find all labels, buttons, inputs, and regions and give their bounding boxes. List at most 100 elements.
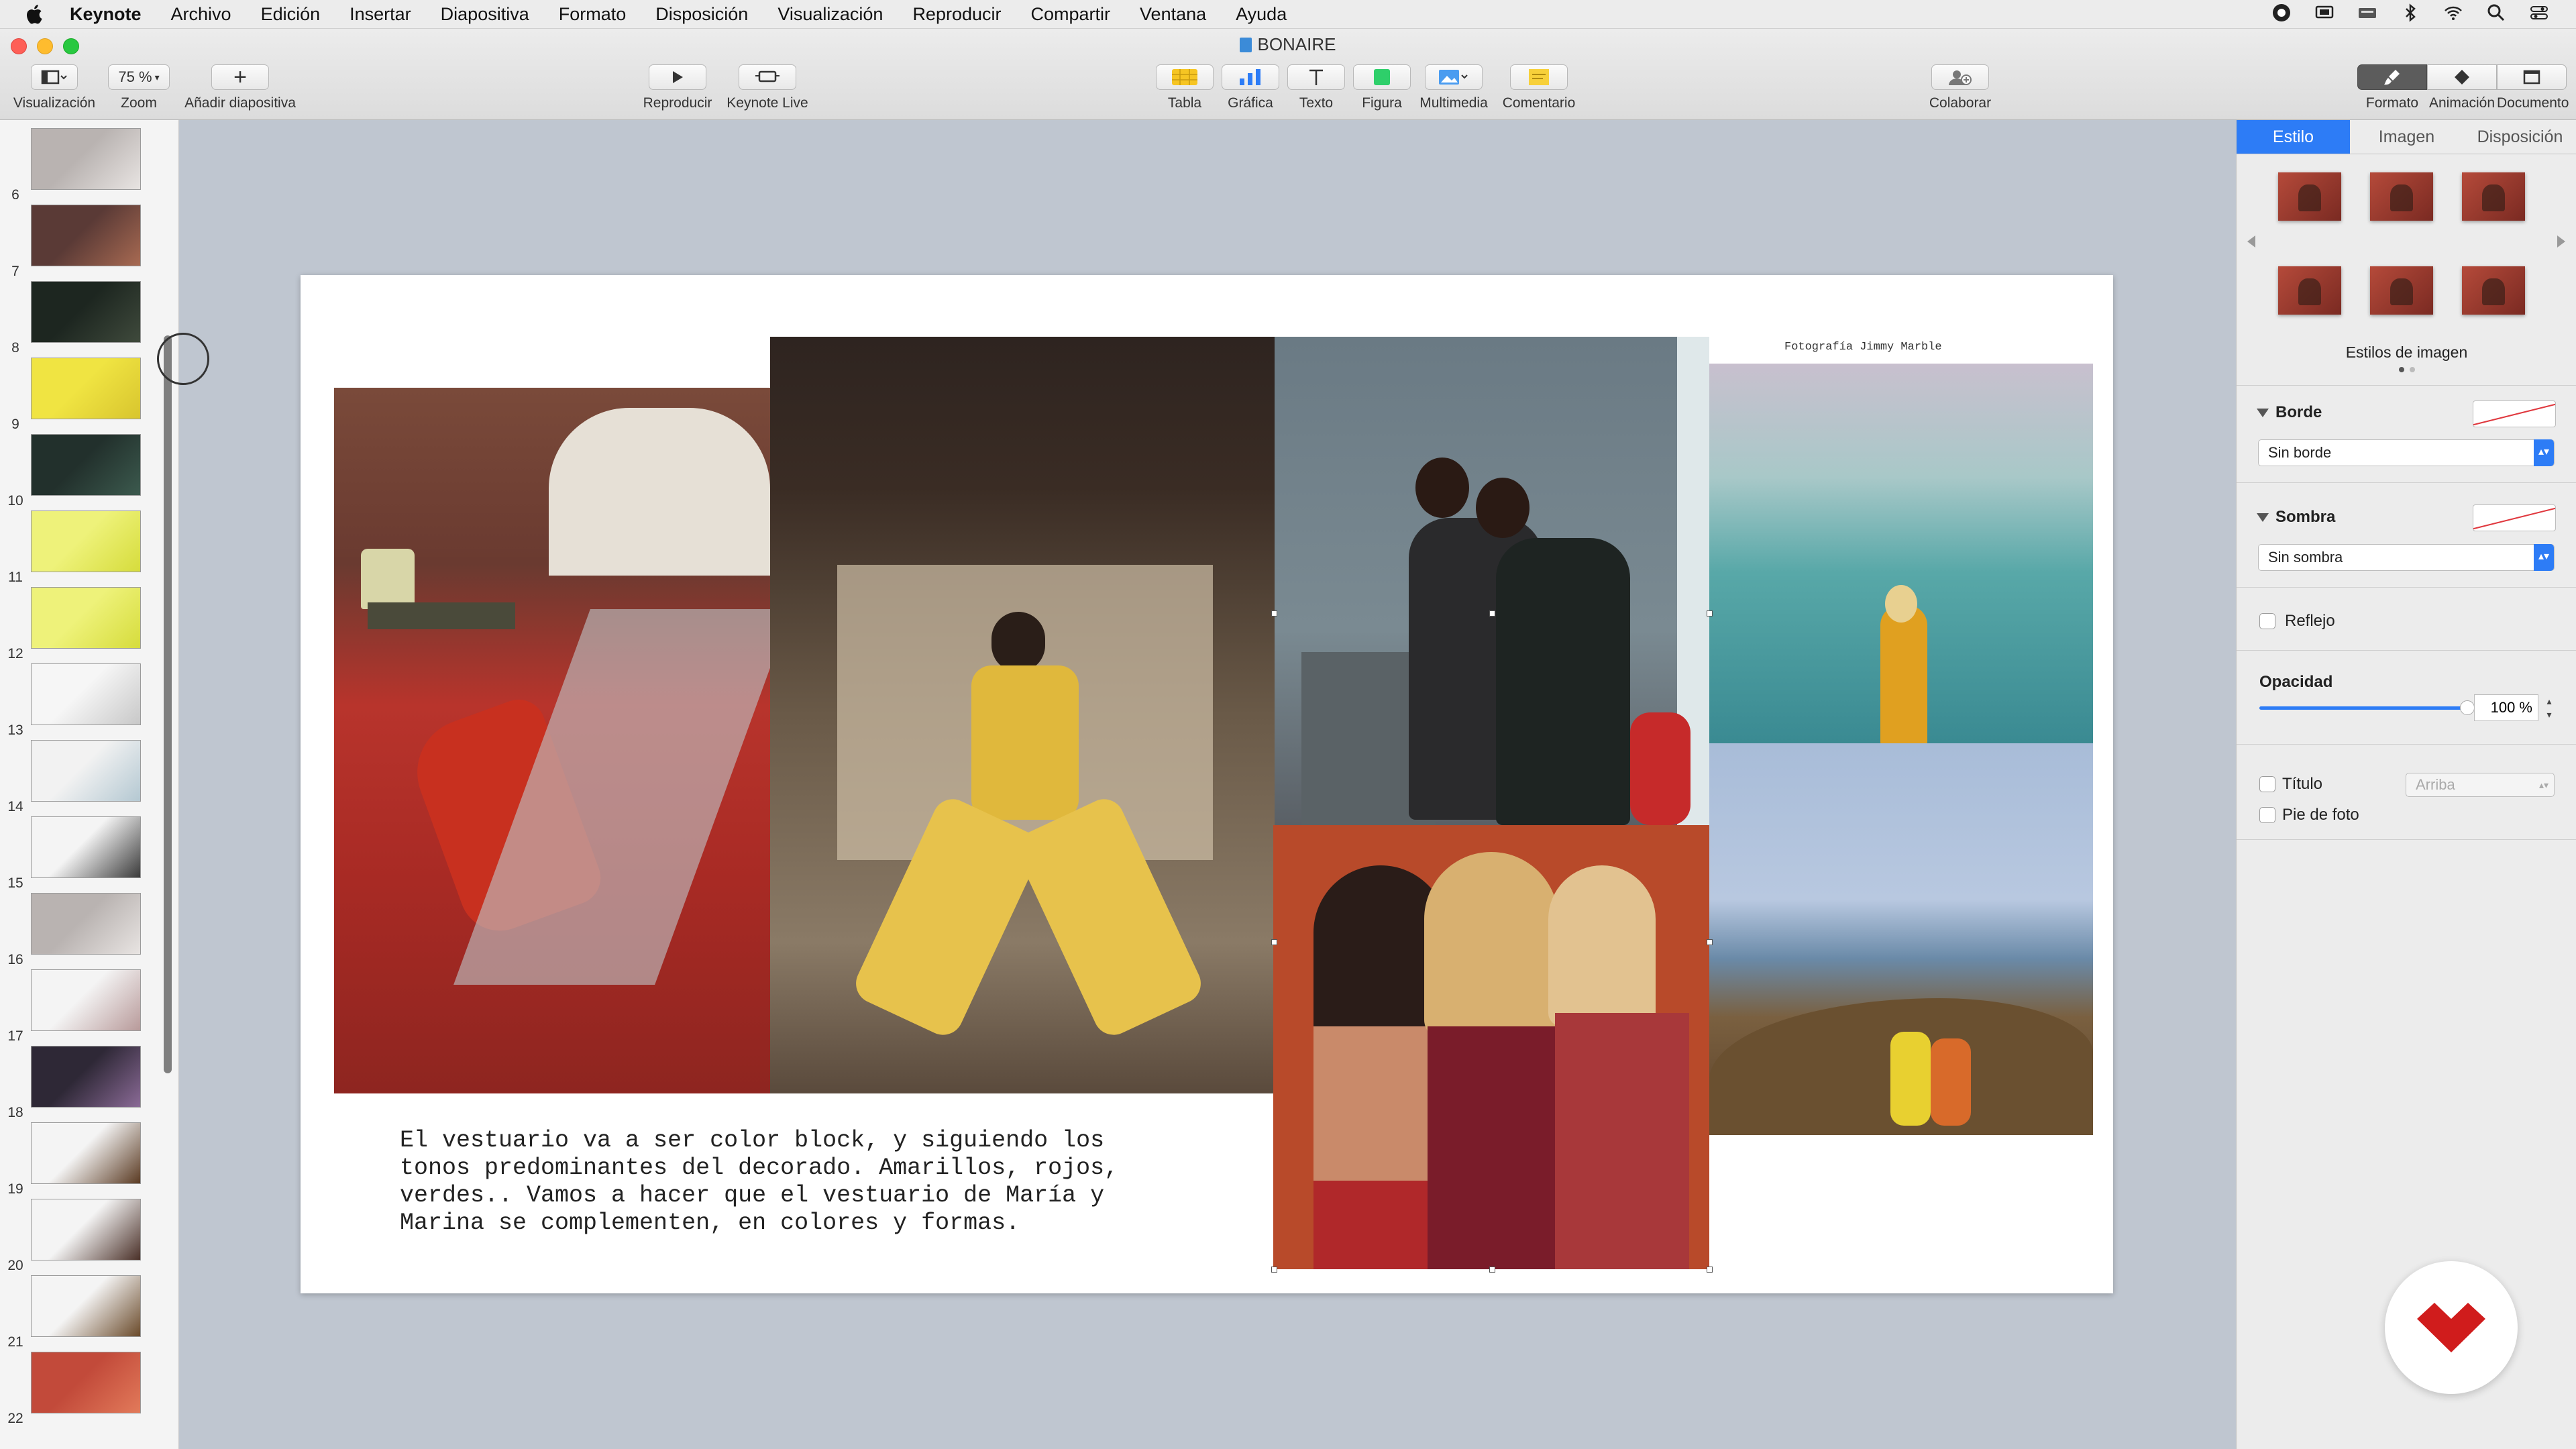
- title-position-popup[interactable]: Arriba ▴▾: [2406, 773, 2555, 797]
- selection-handle[interactable]: [1707, 1267, 1713, 1273]
- chart-button[interactable]: Gráfica: [1221, 64, 1280, 111]
- add-slide-button[interactable]: + Añadir diapositiva: [173, 64, 307, 111]
- opacity-field[interactable]: 100 %: [2474, 694, 2538, 721]
- slide-thumbnail-image[interactable]: [31, 511, 141, 572]
- slide-navigator[interactable]: 6 7 8 9 10 11 12 13 14 15 16 17 18 19 20 21 22: [0, 120, 179, 1449]
- photo-yellow-jumpsuit[interactable]: [770, 337, 1275, 1093]
- slide-canvas[interactable]: Fotografía Jimmy Marble El vestuario va …: [301, 275, 2113, 1293]
- shadow-color-well[interactable]: [2473, 504, 2556, 531]
- wifi-icon[interactable]: [2443, 3, 2463, 23]
- tab-disposicion[interactable]: Disposición: [2463, 120, 2576, 154]
- screen-mirror-icon[interactable]: [2314, 3, 2334, 23]
- slide-thumbnail[interactable]: 21: [0, 1275, 161, 1352]
- slide-thumbnail[interactable]: 10: [0, 434, 161, 511]
- menu-reproducir[interactable]: Reproducir: [912, 4, 1001, 25]
- page-dot-active[interactable]: [2399, 367, 2404, 372]
- photo-three-women[interactable]: [1273, 825, 1709, 1269]
- comment-button[interactable]: Comentario: [1497, 64, 1580, 111]
- photo-red-bedroom[interactable]: [334, 388, 770, 1093]
- slide-thumbnail-image[interactable]: [31, 281, 141, 343]
- menu-edicion[interactable]: Edición: [261, 4, 321, 25]
- format-button[interactable]: Formato: [2357, 64, 2427, 111]
- slide-thumbnail[interactable]: 16: [0, 893, 161, 969]
- opacity-slider[interactable]: [2259, 700, 2475, 715]
- navigator-scrollbar[interactable]: [164, 335, 172, 1073]
- slide-thumbnail-image[interactable]: [31, 740, 141, 802]
- document-button[interactable]: Documento: [2497, 64, 2569, 111]
- slide-thumbnail[interactable]: 17: [0, 969, 161, 1046]
- shape-button[interactable]: Figura: [1352, 64, 1411, 111]
- slide-thumbnail[interactable]: 20: [0, 1199, 161, 1275]
- image-style-preset[interactable]: [2278, 266, 2341, 315]
- image-style-preset[interactable]: [2462, 172, 2525, 221]
- menu-diapositiva[interactable]: Diapositiva: [441, 4, 529, 25]
- slide-thumbnail-image[interactable]: [31, 1352, 141, 1413]
- selection-handle[interactable]: [1707, 610, 1713, 616]
- table-button[interactable]: Tabla: [1155, 64, 1214, 111]
- title-checkbox[interactable]: [2259, 776, 2275, 792]
- text-button[interactable]: Texto: [1287, 64, 1346, 111]
- menu-formato[interactable]: Formato: [559, 4, 627, 25]
- slide-thumbnail-image[interactable]: [31, 358, 141, 419]
- slide-thumbnail-image[interactable]: [31, 816, 141, 878]
- slide-thumbnail[interactable]: 8: [0, 281, 161, 358]
- slide-thumbnail-image[interactable]: [31, 1275, 141, 1337]
- image-style-preset[interactable]: [2462, 266, 2525, 315]
- slide-thumbnail[interactable]: 7: [0, 205, 161, 281]
- collaborate-button[interactable]: Colaborar: [1925, 64, 1995, 111]
- menu-visualizacion[interactable]: Visualización: [777, 4, 883, 25]
- apple-icon[interactable]: [24, 3, 43, 25]
- menu-ayuda[interactable]: Ayuda: [1236, 4, 1287, 25]
- opacity-stepper[interactable]: ▴ ▾: [2542, 694, 2556, 721]
- slide-thumbnail-image[interactable]: [31, 205, 141, 266]
- selection-handle[interactable]: [1271, 939, 1277, 945]
- slide-thumbnail-image[interactable]: [31, 1199, 141, 1260]
- slide-thumbnail-image[interactable]: [31, 587, 141, 649]
- photo-cliff-two-people[interactable]: [1709, 743, 2093, 1135]
- slide-thumbnail[interactable]: 19: [0, 1122, 161, 1199]
- record-icon[interactable]: [2271, 3, 2292, 23]
- slide-thumbnail[interactable]: 11: [0, 511, 161, 587]
- selection-handle[interactable]: [1707, 939, 1713, 945]
- page-dot[interactable]: [2410, 367, 2415, 372]
- photo-two-women-room[interactable]: [1275, 337, 1709, 825]
- slide-thumbnail-image[interactable]: [31, 663, 141, 725]
- menu-compartir[interactable]: Compartir: [1031, 4, 1111, 25]
- play-button[interactable]: Reproducir: [637, 64, 718, 111]
- slide-thumbnail[interactable]: 15: [0, 816, 161, 893]
- slide-thumbnail[interactable]: 14: [0, 740, 161, 816]
- slide-thumbnail[interactable]: 9: [0, 358, 161, 434]
- next-styles-arrow-icon[interactable]: [2557, 235, 2565, 248]
- bluetooth-icon[interactable]: [2400, 3, 2420, 23]
- opacity-slider-knob[interactable]: [2460, 700, 2475, 715]
- tab-imagen[interactable]: Imagen: [2350, 120, 2463, 154]
- menu-app-name[interactable]: Keynote: [70, 4, 142, 25]
- menu-archivo[interactable]: Archivo: [171, 4, 231, 25]
- menu-insertar[interactable]: Insertar: [350, 4, 411, 25]
- search-icon[interactable]: [2486, 3, 2506, 23]
- border-disclosure-icon[interactable]: [2257, 409, 2269, 417]
- selection-handle[interactable]: [1489, 610, 1495, 616]
- slide-thumbnail[interactable]: 6: [0, 128, 161, 205]
- reflection-checkbox[interactable]: [2259, 613, 2275, 629]
- shadow-style-popup[interactable]: Sin sombra ▴▾: [2258, 544, 2555, 571]
- border-color-well[interactable]: [2473, 400, 2556, 427]
- keynote-live-button[interactable]: Keynote Live: [720, 64, 814, 111]
- shadow-disclosure-icon[interactable]: [2257, 513, 2269, 522]
- animate-button[interactable]: Animación: [2427, 64, 2497, 111]
- slide-thumbnail-image[interactable]: [31, 1046, 141, 1108]
- slide-thumbnail-image[interactable]: [31, 893, 141, 955]
- slide-thumbnail[interactable]: 22: [0, 1352, 161, 1428]
- slide-thumbnail-image[interactable]: [31, 434, 141, 496]
- selection-handle[interactable]: [1489, 1267, 1495, 1273]
- image-style-preset[interactable]: [2278, 172, 2341, 221]
- slide-thumbnail-image[interactable]: [31, 128, 141, 190]
- photo-sea-woman-yellow[interactable]: [1709, 364, 2093, 743]
- slide-caption-text[interactable]: El vestuario va a ser color block, y sig…: [400, 1127, 1171, 1237]
- slide-thumbnail[interactable]: 12: [0, 587, 161, 663]
- selection-handle[interactable]: [1271, 610, 1277, 616]
- slide-thumbnail-image[interactable]: [31, 1122, 141, 1184]
- view-button[interactable]: Visualización: [9, 64, 99, 111]
- image-style-preset[interactable]: [2370, 266, 2433, 315]
- border-style-popup[interactable]: Sin borde ▴▾: [2258, 439, 2555, 466]
